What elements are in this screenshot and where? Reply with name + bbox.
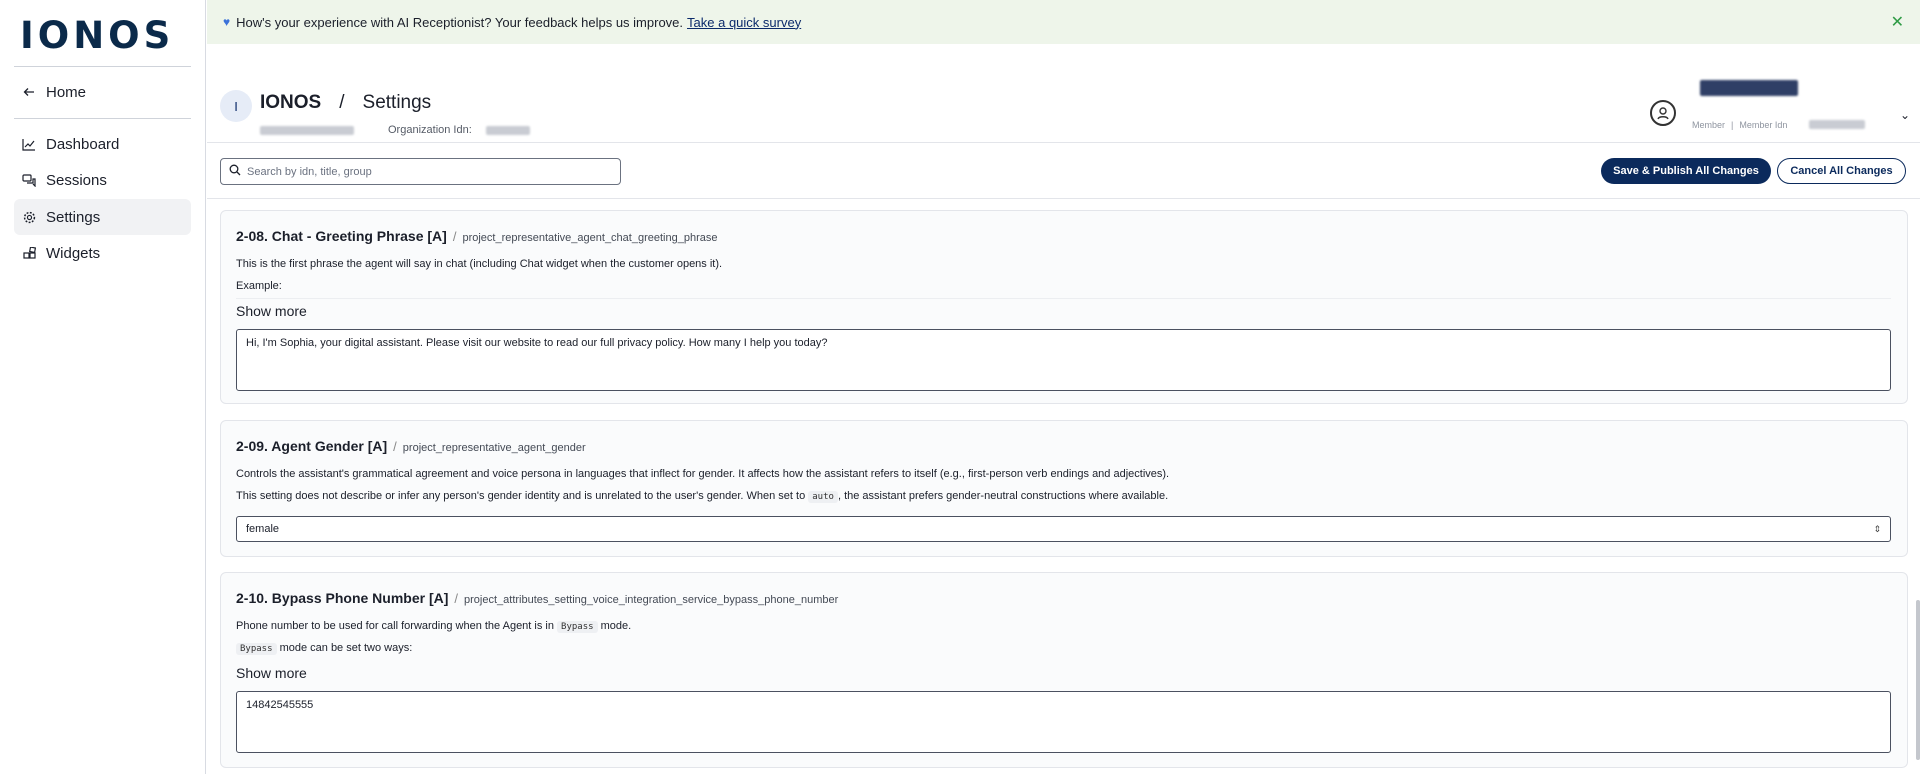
survey-link[interactable]: Take a quick survey [687,15,801,30]
org-name: IONOS [260,92,322,113]
sidebar-item-label: Home [46,83,87,101]
setting-description: This is the first phrase the agent will … [236,258,723,270]
redacted-member-id [1809,120,1866,129]
divider [236,298,1891,299]
code-bypass: Bypass [557,621,598,633]
chevron-down-icon[interactable]: ⌄ [1900,108,1910,122]
redacted-username [1700,80,1798,101]
setting-description-2: Bypass mode can be set two ways: [236,641,412,656]
cancel-changes-button[interactable]: Cancel All Changes [1777,158,1906,184]
scrollbar[interactable] [1916,600,1920,760]
card-header: 2-09. Agent Gender [A] / project_represe… [236,438,586,454]
setting-key: project_attributes_setting_voice_integra… [464,594,839,606]
user-menu[interactable]: Member | Member Idn ⌄ [1650,80,1920,130]
setting-card-bypass-phone: 2-10. Bypass Phone Number [A] / project_… [220,572,1908,768]
org-id-label: Organization Idn: [388,124,472,136]
arrow-left-icon [22,85,36,99]
search-input[interactable] [247,165,607,178]
heart-icon: ♥ [223,15,231,29]
user-icon[interactable] [1650,100,1676,126]
sidebar-item-label: Sessions [46,171,107,189]
code-bypass: Bypass [236,643,277,655]
search-icon [229,163,241,181]
chat-icon [22,173,36,187]
setting-title: 2-08. Chat - Greeting Phrase [A] [236,228,447,244]
sidebar-item-home[interactable]: Home [14,74,191,110]
app-window: IONOS Home Dashboard Sessions Settings W… [0,0,1920,774]
save-publish-button[interactable]: Save & Publish All Changes [1601,158,1771,184]
redacted-org-id [485,125,530,135]
member-idn-label: Member Idn [1739,120,1788,130]
setting-key: project_representative_agent_chat_greeti… [462,232,718,244]
page-name: Settings [362,92,432,113]
setting-key: project_representative_agent_gender [402,442,586,454]
bypass-phone-field[interactable]: 14842545555 [236,691,1891,753]
card-header: 2-08. Chat - Greeting Phrase [A] / proje… [236,228,718,244]
code-auto: auto [808,491,838,503]
example-label: Example: [236,280,282,292]
redacted-email [260,125,354,135]
setting-card-gender: 2-09. Agent Gender [A] / project_represe… [220,420,1908,557]
divider [207,198,1920,199]
setting-description: Phone number to be used for call forward… [236,620,632,633]
org-info: Organization Idn: [260,124,530,136]
divider [14,66,191,67]
feedback-banner: ♥ How's your experience with AI Receptio… [207,0,1920,44]
show-more-link[interactable]: Show more [236,303,307,319]
sidebar-item-label: Widgets [46,244,101,262]
banner-text: How's your experience with AI Receptioni… [236,14,684,30]
org-avatar: I [220,90,252,122]
sidebar: IONOS Home Dashboard Sessions Settings W… [0,0,206,774]
card-header: 2-10. Bypass Phone Number [A] / project_… [236,590,839,606]
gear-icon [22,210,36,224]
sidebar-item-widgets[interactable]: Widgets [14,235,191,271]
sidebar-item-label: Dashboard [46,135,120,153]
sidebar-item-sessions[interactable]: Sessions [14,162,191,198]
widgets-icon [22,246,36,260]
setting-title: 2-09. Agent Gender [A] [236,438,388,454]
search-bar[interactable] [220,158,621,185]
sidebar-item-settings[interactable]: Settings [14,199,191,235]
gender-select[interactable]: female ⇕ [236,516,1891,542]
sidebar-item-label: Settings [46,208,101,226]
divider [14,118,191,119]
setting-title: 2-10. Bypass Phone Number [A] [236,590,449,606]
greeting-phrase-field[interactable]: Hi, I'm Sophia, your digital assistant. … [236,329,1891,391]
setting-description: Controls the assistant's grammatical agr… [236,468,1170,480]
page-title: IONOS / Settings [260,92,431,114]
title-separator: / [339,92,345,113]
close-icon[interactable]: ✕ [1891,12,1904,32]
ionos-logo[interactable]: IONOS [20,14,174,57]
divider [207,142,1920,143]
selected-value: female [246,523,280,535]
sidebar-item-dashboard[interactable]: Dashboard [14,126,191,162]
member-info: Member | Member Idn [1692,120,1866,130]
select-arrows-icon: ⇕ [1873,523,1881,534]
setting-description-2: This setting does not describe or infer … [236,490,1169,503]
member-label: Member [1692,120,1726,130]
show-more-link[interactable]: Show more [236,665,307,681]
setting-card-greeting: 2-08. Chat - Greeting Phrase [A] / proje… [220,210,1908,404]
chart-icon [22,137,36,151]
